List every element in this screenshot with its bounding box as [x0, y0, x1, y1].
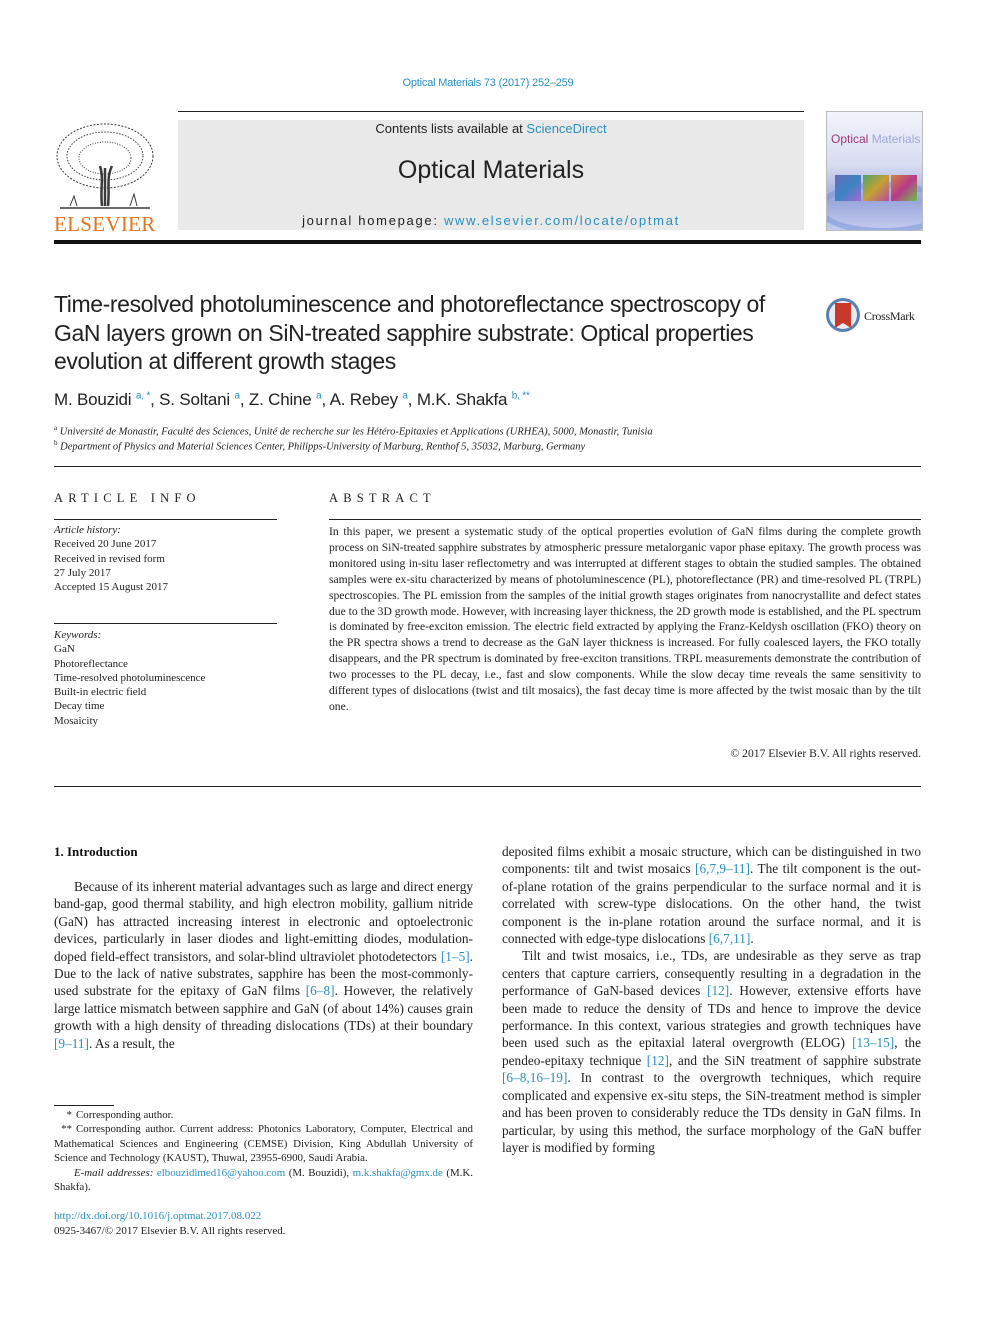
doi-link[interactable]: http://dx.doi.org/10.1016/j.optmat.2017.…: [54, 1210, 261, 1222]
author-affiliation-marker[interactable]: b, **: [512, 390, 530, 401]
intro-paragraph-3: Tilt and twist mosaics, i.e., TDs, are u…: [502, 947, 921, 1156]
article-info-heading: ARTICLE INFO: [54, 491, 201, 505]
contents-available-line: Contents lists available at ScienceDirec…: [178, 121, 804, 136]
header-top-rule: [178, 111, 804, 112]
journal-homepage-link[interactable]: www.elsevier.com/locate/optmat: [444, 213, 680, 228]
affiliation-a: a Université de Monastir, Faculté des Sc…: [54, 424, 653, 438]
body-text: .: [750, 931, 754, 947]
keyword: Built-in electric field: [54, 686, 147, 699]
author[interactable]: M. Bouzidi: [54, 390, 132, 409]
citation-link[interactable]: [6–8]: [306, 983, 335, 998]
keyword: GaN: [54, 643, 75, 656]
author[interactable]: S. Soltani: [159, 390, 230, 409]
history-entry: Received 20 June 2017: [54, 538, 157, 551]
author-list: M. Bouzidi a, *, S. Soltani a, Z. Chine …: [54, 390, 530, 409]
journal-cover-thumbnail[interactable]: Optical Materials: [826, 111, 923, 231]
abstract-copyright: © 2017 Elsevier B.V. All rights reserved…: [730, 747, 921, 760]
citation-link[interactable]: [6–8,16–19]: [502, 1070, 567, 1085]
elsevier-wordmark: ELSEVIER: [54, 212, 156, 236]
citation-link[interactable]: [6,7,11]: [709, 931, 751, 946]
author-affiliation-marker[interactable]: a, *: [136, 390, 150, 401]
keyword: Mosaicity: [54, 714, 98, 727]
keywords-label: Keywords:: [54, 629, 102, 641]
affiliation-b: b Department of Physics and Material Sci…: [54, 439, 586, 453]
article-history: Article history: Received 20 June 2017 R…: [54, 523, 168, 594]
keyword: Decay time: [54, 700, 105, 713]
article-history-label: Article history:: [54, 524, 121, 536]
citation-link[interactable]: [13–15]: [852, 1035, 894, 1050]
abstract-rule: [329, 519, 921, 520]
body-right-column: deposited films exhibit a mosaic structu…: [502, 843, 921, 1156]
cover-image-1: [835, 175, 861, 201]
email-link-shakfa[interactable]: m.k.shakfa@gmx.de: [353, 1167, 443, 1179]
journal-title: Optical Materials: [397, 156, 585, 184]
email-label: E-mail addresses:: [74, 1166, 154, 1179]
citation-link[interactable]: [12]: [707, 983, 729, 998]
keywords-list: Keywords: GaN Photoreflectance Time-reso…: [54, 628, 205, 728]
abstract-text: In this paper, we present a systematic s…: [329, 525, 921, 713]
cover-image-2: [863, 175, 889, 201]
author[interactable]: Z. Chine: [249, 390, 312, 409]
footnote-corresponding-2: ** Corresponding author. Current address:…: [54, 1123, 473, 1165]
title-block-rule: [54, 466, 921, 467]
intro-paragraph-2: deposited films exhibit a mosaic structu…: [502, 843, 921, 947]
footnotes: * Corresponding author. ** Corresponding a…: [54, 1108, 473, 1194]
footnote-rule: [54, 1105, 114, 1106]
issn-copyright-line: 0925-3467/© 2017 Elsevier B.V. All right…: [54, 1225, 286, 1237]
history-entry: Received in revised form: [54, 552, 165, 565]
article-info-rule: [54, 519, 277, 520]
citation-link[interactable]: [1–5]: [441, 949, 470, 964]
body-text: . As a result, the: [88, 1035, 175, 1051]
citation-link[interactable]: [6,7,9–11]: [695, 861, 750, 876]
citation-link[interactable]: [12]: [647, 1053, 669, 1068]
author[interactable]: M.K. Shakfa: [417, 390, 508, 409]
cover-title: Optical Materials: [831, 132, 921, 146]
footnote-emails: E-mail addresses: elbouzidimed16@yahoo.c…: [54, 1166, 473, 1194]
abstract-bottom-rule: [54, 786, 921, 787]
body-text: Because of its inherent material advanta…: [54, 879, 473, 964]
footnote-corresponding-1: * Corresponding author.: [66, 1109, 174, 1121]
intro-paragraph-1: Because of its inherent material advanta…: [54, 878, 473, 1052]
abstract-heading: ABSTRACT: [329, 491, 436, 505]
history-entry: 27 July 2017: [54, 566, 111, 579]
article-title: Time-resolved photoluminescence and phot…: [54, 291, 765, 374]
header-thick-rule: [54, 240, 921, 244]
keyword: Photoreflectance: [54, 657, 128, 670]
sciencedirect-link[interactable]: ScienceDirect: [526, 121, 606, 136]
cover-image-3: [891, 175, 917, 201]
author[interactable]: A. Rebey: [330, 390, 399, 409]
crossmark-label[interactable]: CrossMark: [864, 309, 915, 324]
keywords-rule: [54, 623, 277, 624]
citation-link[interactable]: [9–11]: [54, 1036, 89, 1051]
history-entry: Accepted 15 August 2017: [54, 581, 168, 594]
body-left-column: Because of its inherent material advanta…: [54, 878, 473, 1052]
email-link-bouzidi[interactable]: elbouzidimed16@yahoo.com: [157, 1167, 285, 1179]
homepage-prefix: journal homepage:: [302, 213, 444, 228]
contents-prefix: Contents lists available at: [375, 121, 527, 136]
section-heading-introduction: 1. Introduction: [54, 844, 138, 859]
keyword: Time-resolved photoluminescence: [54, 671, 206, 684]
body-text: , and the SiN treatment of sapphire subs…: [668, 1052, 921, 1068]
journal-citation-link[interactable]: Optical Materials 73 (2017) 252–259: [0, 77, 976, 89]
journal-homepage-line: journal homepage: www.elsevier.com/locat…: [178, 213, 804, 228]
